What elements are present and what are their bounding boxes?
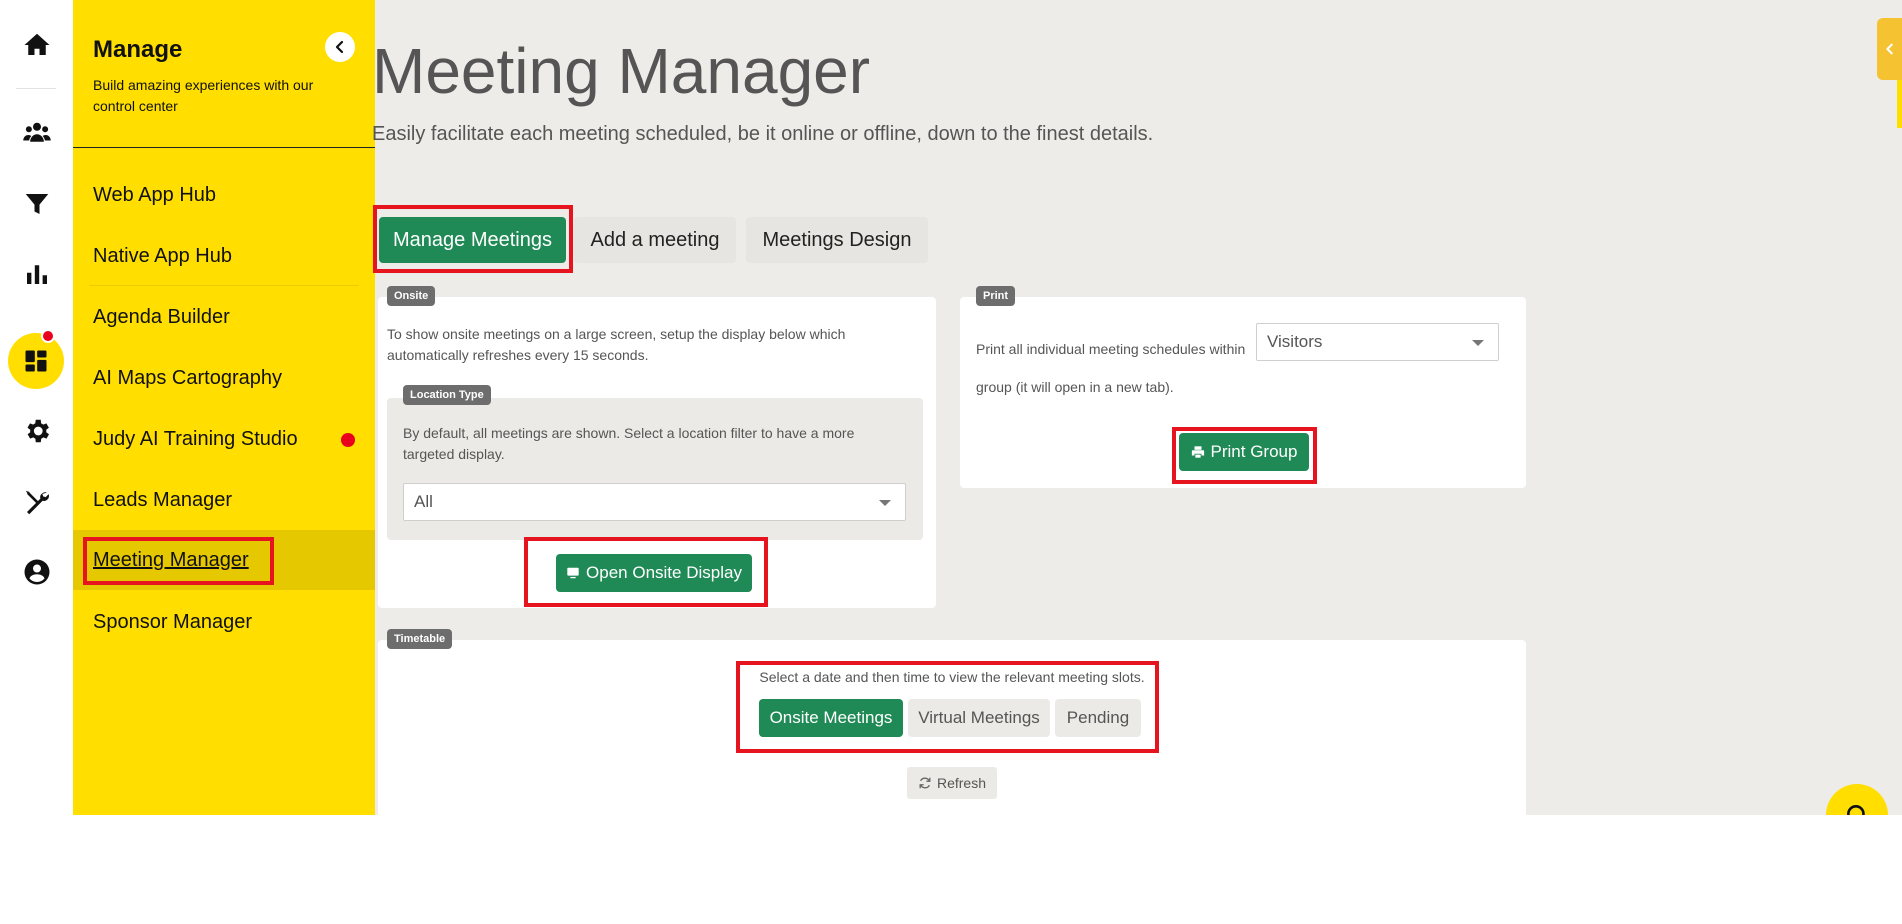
sidebar-item-sponsor-manager[interactable]: Sponsor Manager	[73, 594, 375, 650]
print-group-selected: Visitors	[1267, 332, 1323, 351]
sidebar-item-label: AI Maps Cartography	[93, 366, 282, 389]
onsite-card: Onsite To show onsite meetings on a larg…	[378, 286, 936, 608]
print-card: Print Print all individual meeting sched…	[960, 286, 1526, 488]
sidebar-item-leads-manager[interactable]: Leads Manager	[73, 472, 375, 528]
sidebar-item-meeting-manager[interactable]: Meeting Manager	[73, 530, 375, 590]
notification-dot	[41, 329, 55, 343]
rail-divider	[16, 88, 56, 89]
sidebar-item-label: Meeting Manager	[93, 548, 249, 571]
sidebar-item-divider	[89, 285, 359, 286]
monitor-icon	[567, 567, 579, 579]
refresh-button[interactable]: Refresh	[907, 767, 997, 799]
home-icon[interactable]	[0, 21, 73, 69]
sidebar-subtitle: Build amazing experiences with our contr…	[93, 77, 314, 114]
sidebar-item-ai-maps-cartography[interactable]: AI Maps Cartography	[73, 350, 375, 406]
collapse-sidebar-button[interactable]	[325, 32, 355, 62]
onsite-description: To show onsite meetings on a large scree…	[387, 326, 846, 363]
sidebar-item-label: Judy AI Training Studio	[93, 427, 298, 450]
timetable-badge: Timetable	[387, 629, 453, 649]
location-type-description: By default, all meetings are shown. Sele…	[403, 425, 855, 462]
page-subtitle: Easily facilitate each meeting scheduled…	[372, 123, 1154, 145]
sidebar-item-web-app-hub[interactable]: Web App Hub	[73, 167, 375, 223]
onsite-meetings-button[interactable]: Onsite Meetings	[759, 699, 903, 737]
gear-icon[interactable]	[0, 407, 73, 455]
open-onsite-display-button[interactable]: Open Onsite Display	[556, 554, 752, 592]
sidebar-item-label: Sponsor Manager	[93, 610, 252, 633]
tools-icon[interactable]	[0, 478, 73, 526]
sidebar-item-native-app-hub[interactable]: Native App Hub	[73, 228, 375, 284]
help-chat-button[interactable]	[1826, 784, 1888, 815]
dashboard-icon[interactable]	[8, 333, 64, 389]
timetable-instruction: Select a date and then time to view the …	[759, 669, 1145, 685]
location-type-selected: All	[414, 492, 433, 511]
filter-icon[interactable]	[0, 180, 73, 228]
print-description: Print all individual meeting schedules w…	[976, 341, 1246, 395]
open-right-panel-button[interactable]	[1877, 18, 1902, 80]
bar-chart-icon[interactable]	[0, 250, 73, 298]
app-window: Manage Build amazing experiences with ou…	[0, 0, 1902, 815]
right-panel-edge	[1897, 80, 1902, 128]
printer-icon	[1191, 446, 1204, 458]
account-icon[interactable]	[0, 548, 73, 596]
sidebar-item-judy-ai-training-studio[interactable]: Judy AI Training Studio	[73, 411, 375, 467]
icon-rail	[0, 0, 73, 815]
sidebar-item-label: Native App Hub	[93, 244, 232, 267]
print-group-select[interactable]: Visitors	[1256, 323, 1499, 361]
print-badge: Print	[976, 286, 1016, 306]
manage-sidebar: Manage Build amazing experiences with ou…	[73, 0, 375, 815]
notification-dot	[341, 433, 355, 447]
sidebar-title: Manage	[93, 36, 183, 63]
page-title: Meeting Manager	[372, 35, 871, 107]
sidebar-item-label: Agenda Builder	[93, 305, 230, 328]
chevron-left-icon	[1885, 43, 1893, 55]
tab-meetings-design[interactable]: Meetings Design	[746, 217, 928, 263]
location-type-select[interactable]: All	[403, 483, 906, 521]
tab-manage-meetings[interactable]: Manage Meetings	[379, 217, 566, 263]
location-type-panel: Location Type By default, all meetings a…	[387, 385, 923, 540]
location-type-badge: Location Type	[403, 385, 491, 405]
refresh-icon	[919, 777, 931, 789]
chevron-left-icon	[335, 40, 344, 54]
print-group-label: Print Group	[1210, 442, 1298, 461]
onsite-badge: Onsite	[387, 286, 436, 306]
print-group-button[interactable]: Print Group	[1179, 433, 1309, 471]
sidebar-item-label: Leads Manager	[93, 488, 232, 511]
users-icon[interactable]	[0, 109, 73, 157]
caret-down-icon	[879, 500, 891, 506]
pending-button[interactable]: Pending	[1055, 699, 1141, 737]
tab-add-a-meeting[interactable]: Add a meeting	[574, 217, 736, 263]
sidebar-item-agenda-builder[interactable]: Agenda Builder	[73, 289, 375, 345]
sidebar-item-label: Web App Hub	[93, 183, 217, 206]
refresh-label: Refresh	[936, 775, 987, 791]
screen: Manage Build amazing experiences with ou…	[0, 0, 1902, 924]
caret-down-icon	[1472, 340, 1484, 346]
open-onsite-display-label: Open Onsite Display	[586, 563, 742, 582]
sidebar-divider	[73, 147, 375, 148]
virtual-meetings-button[interactable]: Virtual Meetings	[908, 699, 1050, 737]
search-icon	[1847, 805, 1865, 815]
